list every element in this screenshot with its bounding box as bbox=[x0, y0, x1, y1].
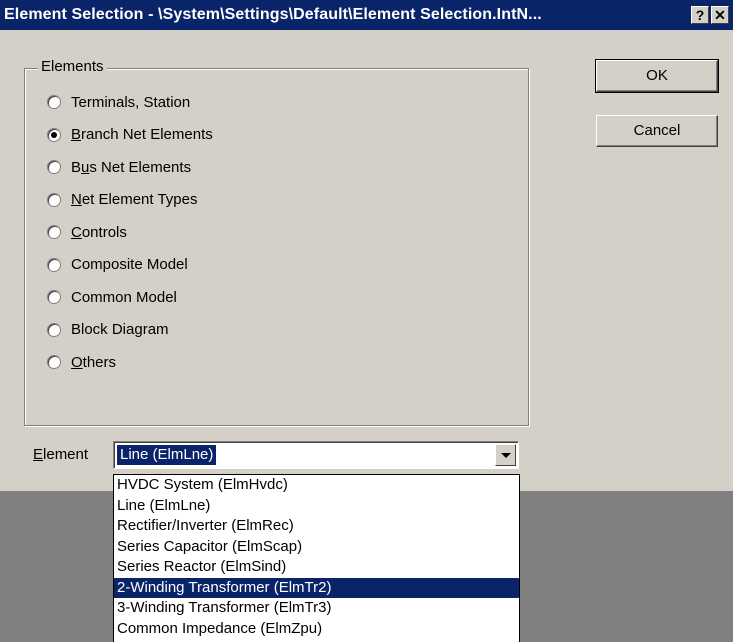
radio-bus-net-elements[interactable]: Bus Net Elements bbox=[47, 157, 191, 177]
chevron-down-icon[interactable] bbox=[495, 444, 516, 466]
element-dropdown-list[interactable]: HVDC System (ElmHvdc) Line (ElmLne) Rectif… bbox=[113, 474, 520, 642]
dropdown-option[interactable]: Series Capacitor (ElmScap) bbox=[114, 537, 519, 558]
element-selection-dialog: Element Selection - \System\Settings\Def… bbox=[0, 0, 733, 491]
radio-circle-icon[interactable] bbox=[47, 95, 61, 109]
radio-label: Controls bbox=[71, 223, 127, 241]
dropdown-option[interactable]: Line (ElmLne) bbox=[114, 496, 519, 517]
element-combobox-value: Line (ElmLne) bbox=[115, 444, 218, 466]
radio-label: Branch Net Elements bbox=[71, 126, 213, 143]
close-button[interactable]: ✕ bbox=[711, 6, 729, 24]
radio-circle-icon[interactable] bbox=[47, 192, 61, 207]
help-button[interactable]: ? bbox=[691, 6, 709, 24]
radio-net-element-types[interactable]: Net Element Types bbox=[47, 190, 197, 210]
dropdown-option[interactable]: Rectifier/Inverter (ElmRec) bbox=[114, 516, 519, 537]
radio-label: Common Model bbox=[71, 288, 177, 306]
window-title: Element Selection - \System\Settings\Def… bbox=[4, 6, 542, 23]
element-combobox[interactable]: Line (ElmLne) bbox=[113, 441, 519, 469]
radio-block-diagram[interactable]: Block Diagram bbox=[47, 320, 169, 340]
dropdown-option[interactable]: 2-Winding Transformer (ElmTr2) bbox=[114, 577, 519, 598]
radio-composite-model[interactable]: Composite Model bbox=[47, 255, 188, 275]
radio-label: Block Diagram bbox=[71, 321, 169, 338]
radio-circle-icon[interactable] bbox=[47, 290, 61, 304]
element-label: Element bbox=[33, 446, 89, 463]
radio-label: Net Element Types bbox=[71, 191, 198, 208]
dropdown-option[interactable]: 3-Winding Transformer (ElmTr3) bbox=[114, 598, 519, 619]
dropdown-option[interactable]: Common Impedance (ElmZpu) bbox=[114, 619, 519, 640]
elements-group-title: Elements bbox=[38, 58, 107, 75]
ok-button[interactable]: OK bbox=[595, 59, 719, 93]
dropdown-option[interactable]: Series Reactor (ElmSind) bbox=[114, 557, 519, 578]
cancel-button[interactable]: Cancel bbox=[596, 115, 718, 147]
radio-others[interactable]: Others bbox=[47, 352, 116, 372]
radio-controls[interactable]: Controls bbox=[47, 222, 127, 242]
radio-label: Terminals, Station bbox=[71, 93, 191, 111]
radio-circle-icon[interactable] bbox=[47, 257, 61, 272]
dropdown-option[interactable]: HVDC System (ElmHvdc) bbox=[114, 475, 519, 496]
radio-terminals-station[interactable]: Terminals, Station bbox=[47, 92, 190, 112]
radio-label: Others bbox=[71, 353, 117, 371]
radio-circle-icon[interactable] bbox=[47, 322, 61, 337]
radio-circle-icon[interactable] bbox=[47, 160, 61, 174]
title-bar[interactable]: Element Selection - \System\Settings\Def… bbox=[0, 0, 733, 30]
radio-selected-dot-icon bbox=[51, 131, 57, 138]
radio-circle-icon[interactable] bbox=[47, 225, 61, 239]
radio-label: Bus Net Elements bbox=[71, 158, 192, 176]
radio-circle-icon[interactable] bbox=[47, 355, 61, 369]
radio-circle-icon[interactable] bbox=[47, 127, 61, 142]
radio-branch-net-elements[interactable]: Branch Net Elements bbox=[47, 125, 213, 145]
radio-label: Composite Model bbox=[71, 256, 188, 273]
elements-groupbox bbox=[24, 68, 529, 426]
radio-common-model[interactable]: Common Model bbox=[47, 287, 177, 307]
